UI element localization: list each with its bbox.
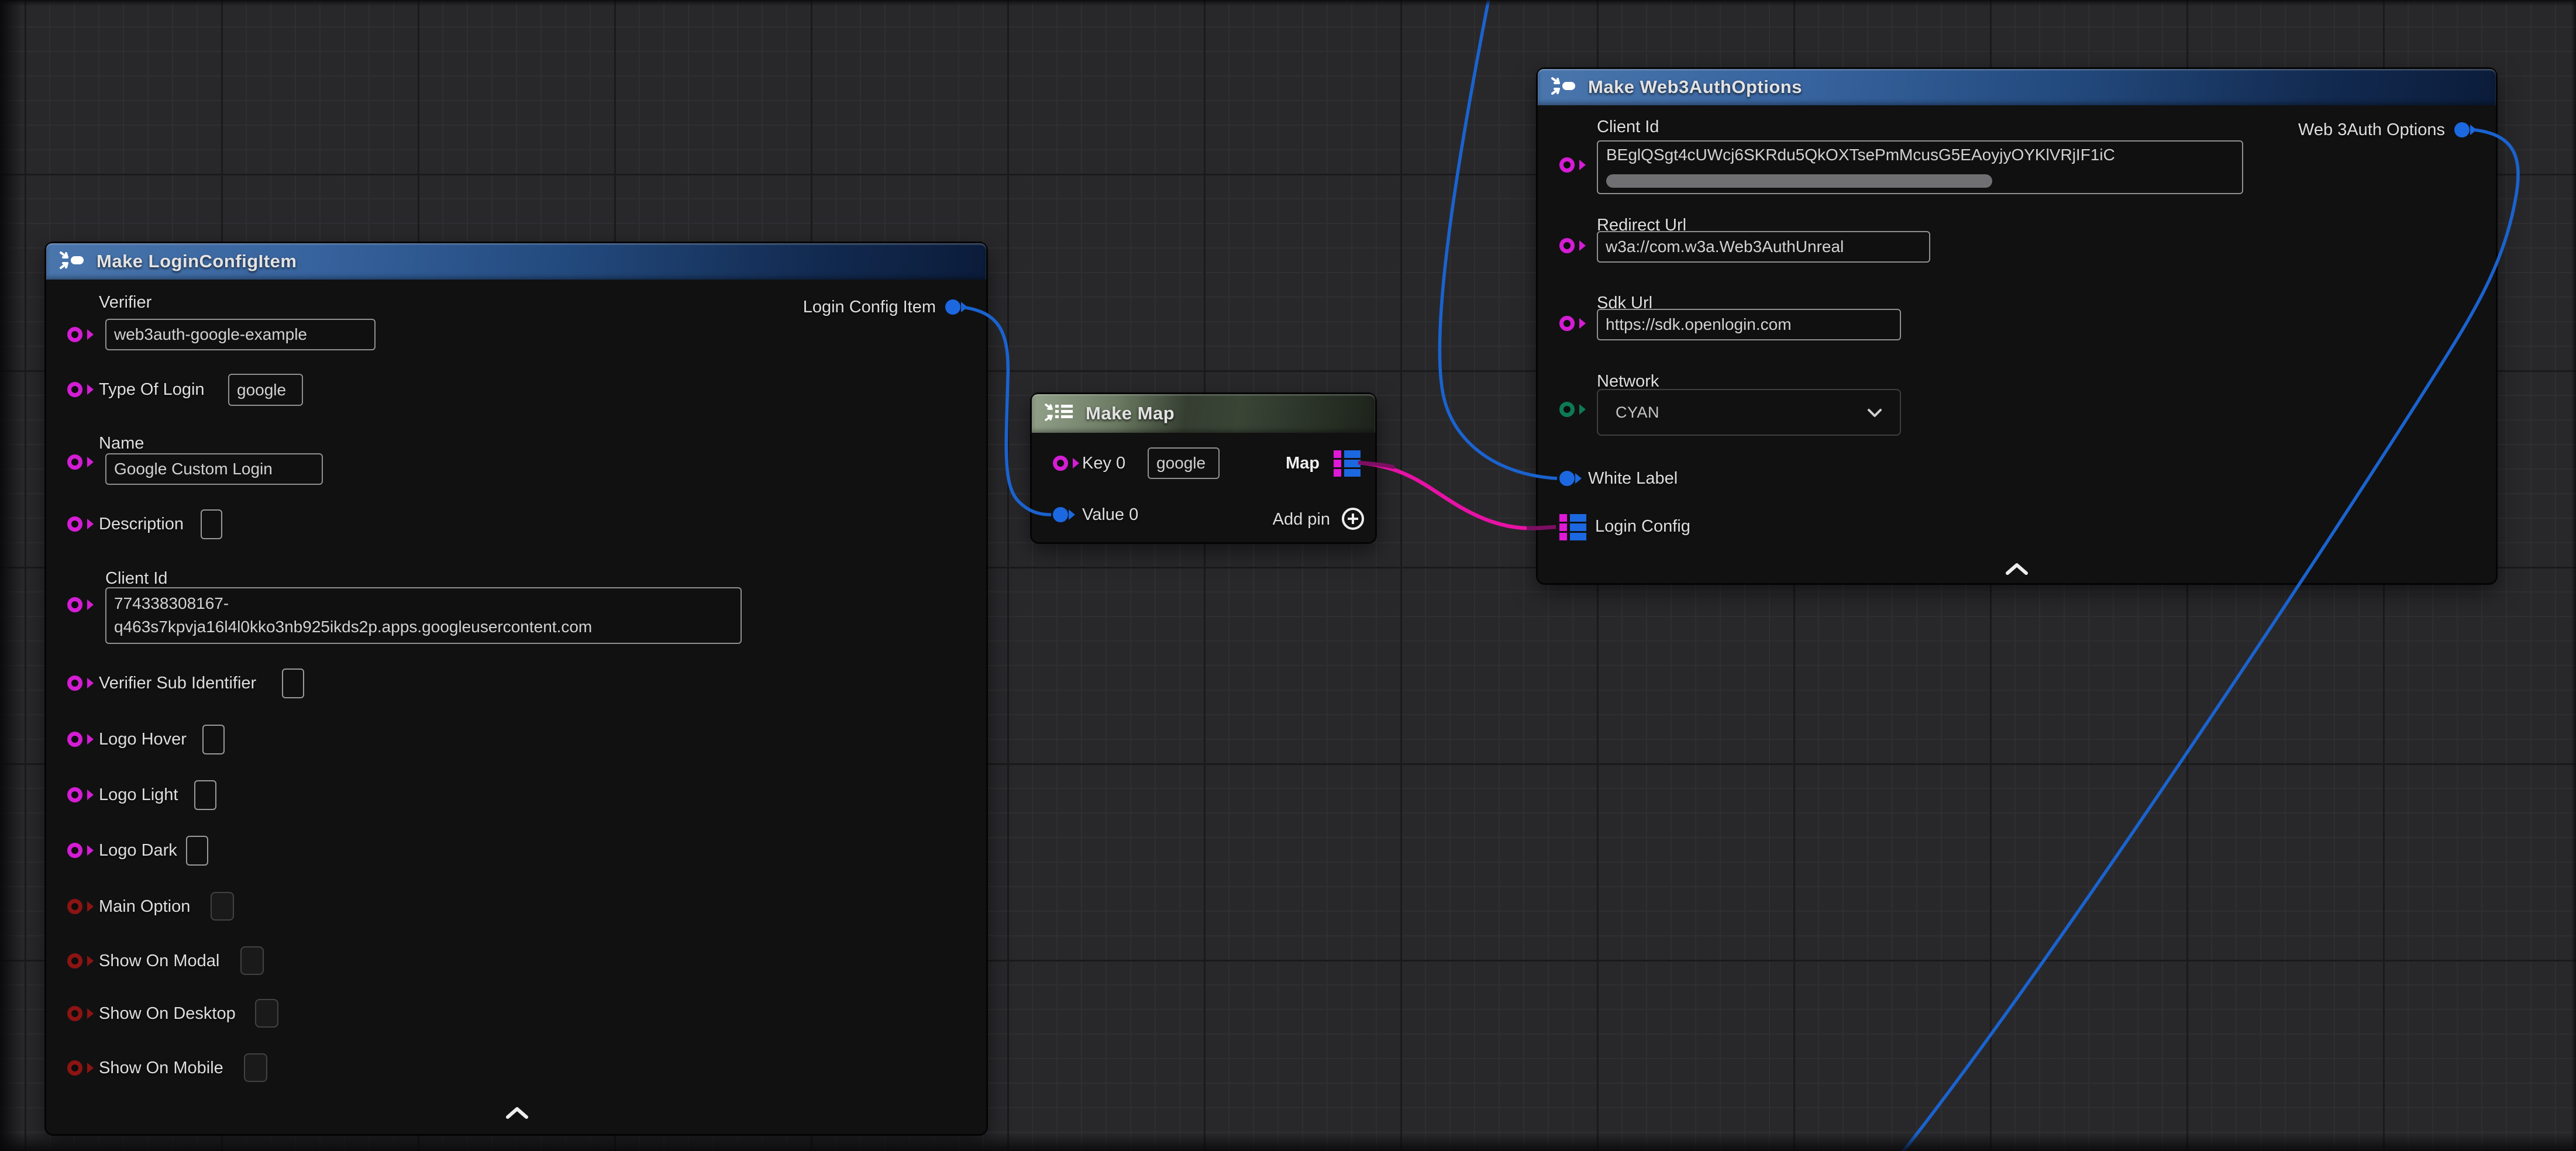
node-title: Make LoginConfigItem [97, 251, 297, 272]
pin-network[interactable] [1559, 402, 1575, 417]
pin-label-client-id: Client Id [1597, 117, 1659, 137]
pin-label-description: Description [99, 514, 184, 534]
canvas-edge-shade-left [0, 0, 22, 1151]
pin-label-show-on-desktop: Show On Desktop [99, 1004, 236, 1024]
blueprint-canvas[interactable]: Make LoginConfigItem Verifier Login Conf… [0, 0, 2576, 1151]
pin-map-output[interactable] [1334, 450, 1361, 481]
pin-show-on-desktop[interactable] [67, 1006, 82, 1021]
verifier-sub-identifier-input[interactable] [282, 668, 304, 698]
type-of-login-input[interactable] [228, 374, 303, 406]
pin-label-type-of-login: Type Of Login [99, 380, 205, 399]
node-make-web3auth-options[interactable]: Make Web3AuthOptions Client Id BEglQSgt4… [1538, 69, 2496, 583]
show-on-mobile-checkbox[interactable] [244, 1053, 267, 1082]
client-id-input[interactable]: BEglQSgt4cUWcj6SKRdu5QkOXTsePmMcusG5EAoy… [1597, 140, 2243, 194]
add-pin-label: Add pin [1273, 509, 1330, 529]
add-pin-icon[interactable] [1341, 506, 1365, 534]
pin-type-of-login[interactable] [67, 382, 82, 397]
pin-verifier-sub-identifier[interactable] [67, 676, 82, 691]
logo-dark-input[interactable] [186, 836, 208, 866]
canvas-edge-shade-top [0, 0, 2576, 6]
canvas-edge-shade-right [2571, 0, 2576, 1151]
pin-client-id[interactable] [1559, 157, 1575, 173]
pin-key-0[interactable] [1053, 456, 1068, 471]
node-make-map[interactable]: Make Map Key 0 Map Value 0 Add pin [1032, 394, 1375, 542]
pin-redirect-url[interactable] [1559, 238, 1575, 253]
pin-label-show-on-modal: Show On Modal [99, 951, 219, 971]
pin-label-client-id: Client Id [105, 568, 167, 588]
logo-hover-input[interactable] [202, 725, 225, 754]
node-header[interactable]: Make Map [1032, 394, 1375, 433]
make-map-icon [1045, 401, 1075, 427]
pin-client-id[interactable] [67, 597, 82, 612]
pin-label-key-0: Key 0 [1082, 453, 1125, 473]
network-selected-value: CYAN [1616, 404, 1659, 422]
pin-login-config-item-output[interactable] [945, 299, 960, 315]
pin-label-name: Name [99, 433, 144, 453]
pin-label-white-label: White Label [1588, 468, 1678, 488]
pin-label-value-0: Value 0 [1082, 505, 1138, 525]
redirect-url-input[interactable] [1597, 231, 1930, 263]
client-id-line1: 774338308167- [114, 592, 733, 615]
client-id-text: BEglQSgt4cUWcj6SKRdu5QkOXTsePmMcusG5EAoy… [1606, 146, 2236, 164]
wire-map-to-loginconfig [1358, 463, 1556, 528]
pin-web3auth-options-output[interactable] [2454, 122, 2470, 137]
make-struct-icon [1551, 74, 1578, 101]
client-id-line2: q463s7kpvja16l4l0kko3nb925ikds2p.apps.go… [114, 615, 733, 639]
show-on-modal-checkbox[interactable] [240, 946, 264, 975]
pin-label-show-on-mobile: Show On Mobile [99, 1058, 223, 1078]
network-dropdown[interactable]: CYAN [1597, 389, 1901, 436]
pin-label-login-config: Login Config [1595, 516, 1690, 536]
chevron-down-icon [1867, 404, 1882, 422]
pin-label-main-option: Main Option [99, 897, 190, 916]
pin-label-verifier: Verifier [99, 292, 151, 312]
key-0-input[interactable] [1148, 447, 1220, 479]
main-option-checkbox[interactable] [211, 892, 234, 921]
pin-label-network: Network [1597, 371, 1659, 391]
pin-label-verifier-sub-identifier: Verifier Sub Identifier [99, 673, 256, 693]
pin-white-label[interactable] [1559, 471, 1575, 486]
pin-logo-hover[interactable] [67, 732, 82, 747]
pin-name[interactable] [67, 454, 82, 470]
pin-sdk-url[interactable] [1559, 316, 1575, 331]
node-title: Make Map [1086, 403, 1175, 424]
horizontal-scrollbar[interactable] [1606, 174, 1992, 188]
pin-logo-dark[interactable] [67, 843, 82, 858]
pin-label-login-config-item: Login Config Item [803, 297, 936, 317]
pin-description[interactable] [67, 516, 82, 532]
pin-show-on-mobile[interactable] [67, 1060, 82, 1076]
pin-label-web3auth-options: Web 3Auth Options [2298, 120, 2445, 140]
pin-main-option[interactable] [67, 899, 82, 914]
chevron-up-icon[interactable] [504, 1105, 530, 1124]
node-make-login-config-item[interactable]: Make LoginConfigItem Verifier Login Conf… [46, 243, 986, 1134]
pin-value-0[interactable] [1053, 507, 1068, 522]
name-input[interactable] [105, 453, 323, 485]
canvas-edge-shade-bottom [0, 1133, 2576, 1151]
node-header[interactable]: Make Web3AuthOptions [1538, 69, 2496, 105]
make-struct-icon [59, 249, 86, 275]
pin-logo-light[interactable] [67, 787, 82, 802]
pin-label-logo-light: Logo Light [99, 785, 178, 805]
pin-show-on-modal[interactable] [67, 953, 82, 969]
pin-label-logo-hover: Logo Hover [99, 729, 187, 749]
pin-label-logo-dark: Logo Dark [99, 840, 177, 860]
show-on-desktop-checkbox[interactable] [255, 999, 278, 1028]
description-input[interactable] [201, 509, 222, 539]
verifier-input[interactable] [105, 319, 376, 350]
logo-light-input[interactable] [194, 780, 216, 810]
node-header[interactable]: Make LoginConfigItem [46, 243, 986, 280]
client-id-input[interactable]: 774338308167- q463s7kpvja16l4l0kko3nb925… [105, 587, 742, 644]
sdk-url-input[interactable] [1597, 309, 1901, 340]
node-title: Make Web3AuthOptions [1588, 77, 1802, 98]
pin-login-config[interactable] [1559, 514, 1586, 545]
pin-label-map: Map [1286, 453, 1320, 473]
pin-verifier[interactable] [67, 327, 82, 342]
chevron-up-icon[interactable] [2004, 561, 2030, 580]
